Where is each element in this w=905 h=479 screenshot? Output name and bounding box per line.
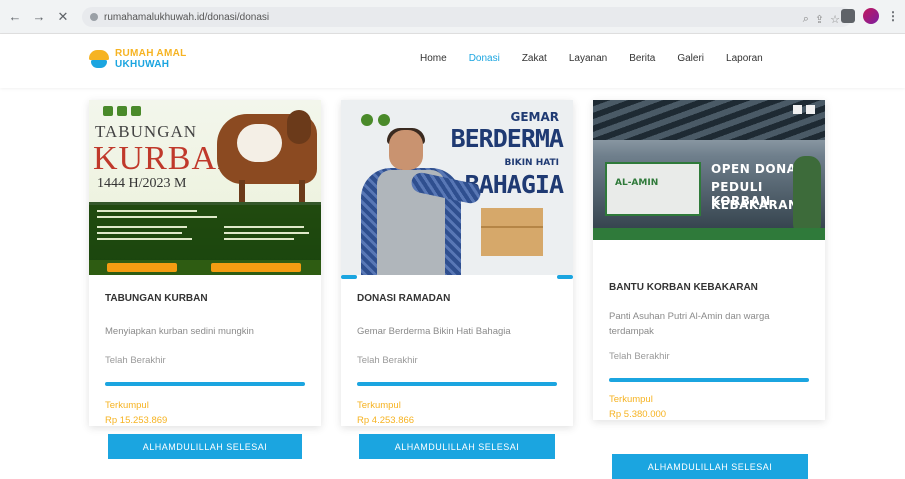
progress-bar [357,382,557,386]
site-info-icon[interactable] [90,13,98,21]
browser-toolbar: ← → ✕ rumahamalukhuwah.id/donasi/donasi … [0,0,905,34]
image-berderma-text: BERDERMA [450,124,564,153]
progress-fill [609,378,809,382]
campaign-card-kebakaran[interactable]: AL-AMIN OPEN DONASI PEDULI KORBAN KEBAKA… [593,100,825,420]
accent-mark [341,275,357,279]
progress-bar [609,378,809,382]
logo-icon [88,48,110,70]
campaign-image[interactable]: AL-AMIN OPEN DONASI PEDULI KORBAN KEBAKA… [593,100,825,240]
image-footer-strip [593,228,825,240]
partner-logos [361,114,390,126]
url-text: rumahamalukhuwah.id/donasi/donasi [104,11,270,23]
nav-galeri[interactable]: Galeri [677,53,704,64]
campaign-done-button[interactable]: ALHAMDULILLAH SELESAI [612,454,808,479]
profile-avatar[interactable] [863,8,879,24]
back-icon[interactable]: ← [6,8,24,26]
nav-home[interactable]: Home [420,53,447,64]
card-title[interactable]: TABUNGAN KURBAN [105,293,305,304]
progress-bar [105,382,305,386]
image-headline-3: KEBAKARAN [711,198,799,212]
accent-mark [557,275,573,279]
site-logo[interactable]: RUMAH AMAL UKHUWAH [88,48,187,70]
image-price-chip [107,263,177,272]
image-year-text: 1444 H/2023 M [97,176,187,191]
campaign-card-ramadan[interactable]: GEMAR BERDERMA BIKIN HATI BAHAGIA DONASI… [341,100,573,426]
card-status: Telah Berakhir [609,351,670,362]
zoom-icon[interactable]: ⌕ [803,13,809,26]
partner-logos [793,105,815,114]
forward-icon[interactable]: → [30,8,48,26]
share-icon[interactable]: ⇪ [815,13,824,26]
card-body: BANTU KORBAN KEBAKARAN Panti Asuhan Putr… [593,240,825,420]
card-body: DONASI RAMADAN Gemar Berderma Bikin Hati… [341,275,573,426]
tree-illustration [793,156,821,236]
orphanage-sign: AL-AMIN [605,162,701,216]
cow-leg [299,180,305,202]
campaign-card-kurban[interactable]: TABUNGAN KURBAN 1444 H/2023 M TABUNGAN K… [89,100,321,426]
logo-line-1: RUMAH AMAL [115,48,187,59]
omnibox-actions: ⌕ ⇪ ☆ [803,13,840,26]
card-title[interactable]: BANTU KORBAN KEBAKARAN [609,282,809,293]
card-description: Menyiapkan kurban sedini mungkin [105,326,254,337]
box-illustration [481,208,543,256]
logo-line-2: UKHUWAH [115,59,170,70]
card-description: Gemar Berderma Bikin Hati Bahagia [357,326,511,337]
address-bar[interactable]: rumahamalukhuwah.id/donasi/donasi ⌕ ⇪ ☆ [82,7,852,27]
image-gemar-text: GEMAR [510,110,559,124]
campaign-done-button[interactable]: ALHAMDULILLAH SELESAI [359,434,555,459]
sign-text: AL-AMIN [615,178,659,188]
campaign-image[interactable]: GEMAR BERDERMA BIKIN HATI BAHAGIA [341,100,573,275]
roof-illustration [593,100,825,140]
image-lead-text: TABUNGAN [95,122,198,141]
collected-label: Terkumpul [609,394,653,405]
collected-amount: Rp 5.380.000 [609,409,667,420]
close-icon[interactable]: ✕ [54,8,72,26]
card-status: Telah Berakhir [357,355,418,366]
nav-donasi[interactable]: Donasi [469,53,500,64]
nav-berita[interactable]: Berita [629,53,655,64]
nav-zakat[interactable]: Zakat [522,53,547,64]
image-contact-chip [211,263,301,272]
campaign-done-button[interactable]: ALHAMDULILLAH SELESAI [108,434,302,459]
progress-fill [357,382,557,386]
collected-label: Terkumpul [105,400,149,411]
bookmark-icon[interactable]: ☆ [830,13,840,26]
card-body: TABUNGAN KURBAN Menyiapkan kurban sedini… [89,275,321,426]
extensions-icon[interactable] [841,9,855,23]
campaign-image[interactable]: TABUNGAN KURBAN 1444 H/2023 M [89,100,321,275]
site-header: RUMAH AMAL UKHUWAH Home Donasi Zakat Lay… [0,34,905,88]
card-description: Panti Asuhan Putri Al-Amin dan warga ter… [609,311,770,337]
partner-logos [103,106,141,116]
image-info-banner [89,202,321,260]
cow-leg [239,180,245,202]
nav-laporan[interactable]: Laporan [726,53,763,64]
progress-fill [105,382,305,386]
image-bikin-text: BIKIN HATI [504,158,559,168]
main-nav: Home Donasi Zakat Layanan Berita Galeri … [420,53,785,64]
menu-icon[interactable]: ⋮ [887,9,899,23]
card-title[interactable]: DONASI RAMADAN [357,293,557,304]
collected-label: Terkumpul [357,400,401,411]
collected-amount: Rp 4.253.866 [357,415,415,426]
nav-layanan[interactable]: Layanan [569,53,607,64]
cow-illustration [217,110,317,184]
card-status: Telah Berakhir [105,355,166,366]
man-illustration [361,128,461,275]
browser-actions: ⋮ [841,8,899,24]
logo-text: RUMAH AMAL UKHUWAH [115,48,187,70]
collected-amount: Rp 15.253.869 [105,415,168,426]
